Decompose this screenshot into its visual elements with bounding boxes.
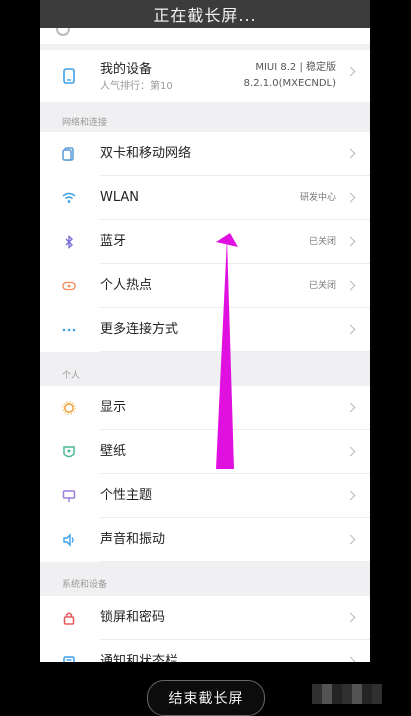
scroll-up-arrow <box>216 233 238 469</box>
watermark-blur <box>312 684 382 704</box>
end-long-screenshot-button[interactable]: 结束截长屏 <box>147 680 265 716</box>
settings-screen: 我的设备 人气排行：第10 MIUI 8.2 | 稳定版 8.2.1.0(MXE… <box>40 28 370 662</box>
long-screenshot-banner: 正在截长屏... <box>40 0 370 28</box>
